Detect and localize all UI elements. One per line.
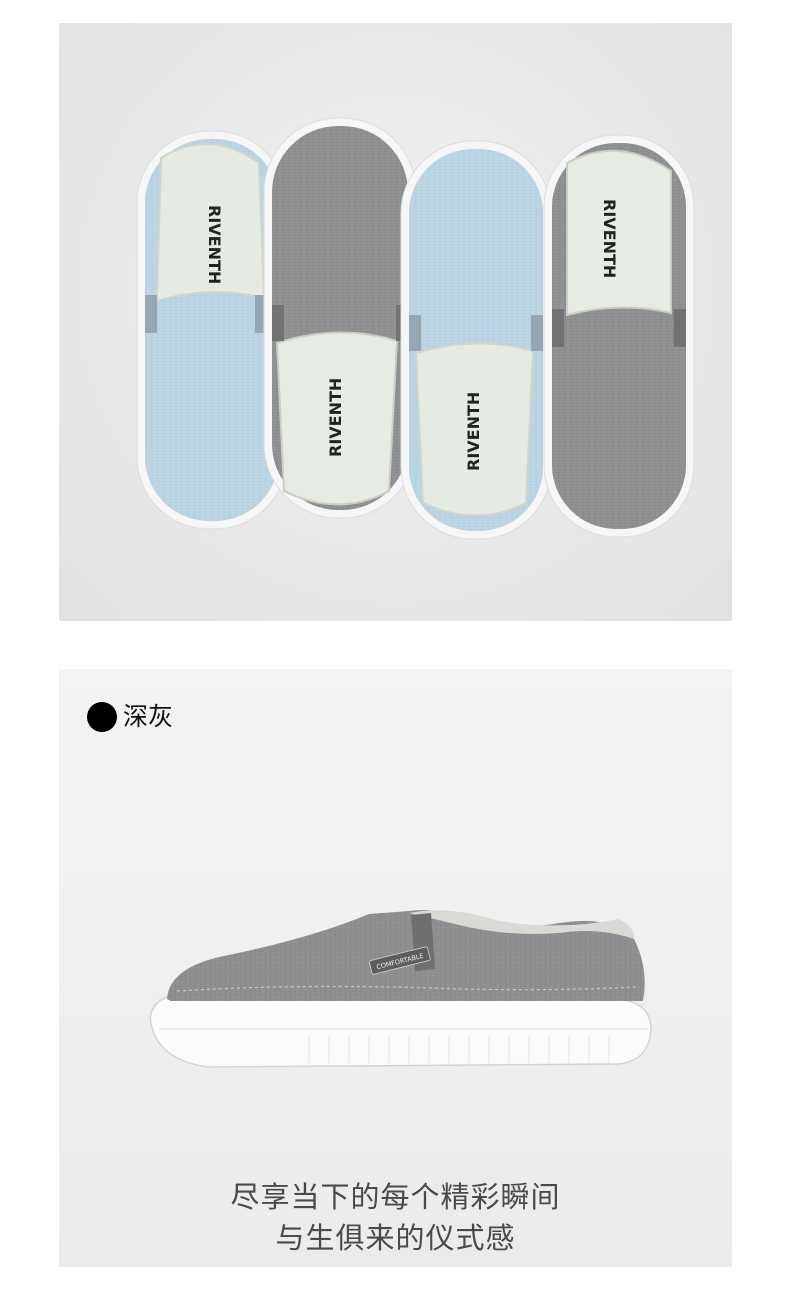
shoe-1-brand-text: RIVENTH (205, 205, 224, 284)
shoe-2-brand-text: RIVENTH (326, 378, 345, 457)
shoe-light-blue-3: RIVENTH (400, 140, 552, 540)
shoe-gray-2: RIVENTH (263, 117, 417, 519)
caption-line-1: 尽享当下的每个精彩瞬间 (230, 1180, 561, 1214)
caption-line-2: 与生俱来的仪式感 (275, 1221, 516, 1255)
top-product-photo: RIVENTH RIVENTH RIVENTH RIVENTH (59, 23, 732, 621)
color-name-label: 深灰 (123, 702, 174, 731)
shoe-4-brand-text: RIVENTH (600, 199, 619, 278)
shoe-3-brand-text: RIVENTH (464, 392, 483, 471)
shoe-gray-4: RIVENTH (543, 134, 695, 538)
bottom-product-photo: COMFORTABLE 深灰 尽享当下的每个精彩瞬间 与生俱来的仪式感 (59, 669, 732, 1267)
black-circle-icon (87, 702, 117, 732)
color-tag: 深灰 (87, 702, 173, 732)
four-shoes-top-view-illustration: RIVENTH RIVENTH RIVENTH RIVENTH (136, 117, 695, 540)
